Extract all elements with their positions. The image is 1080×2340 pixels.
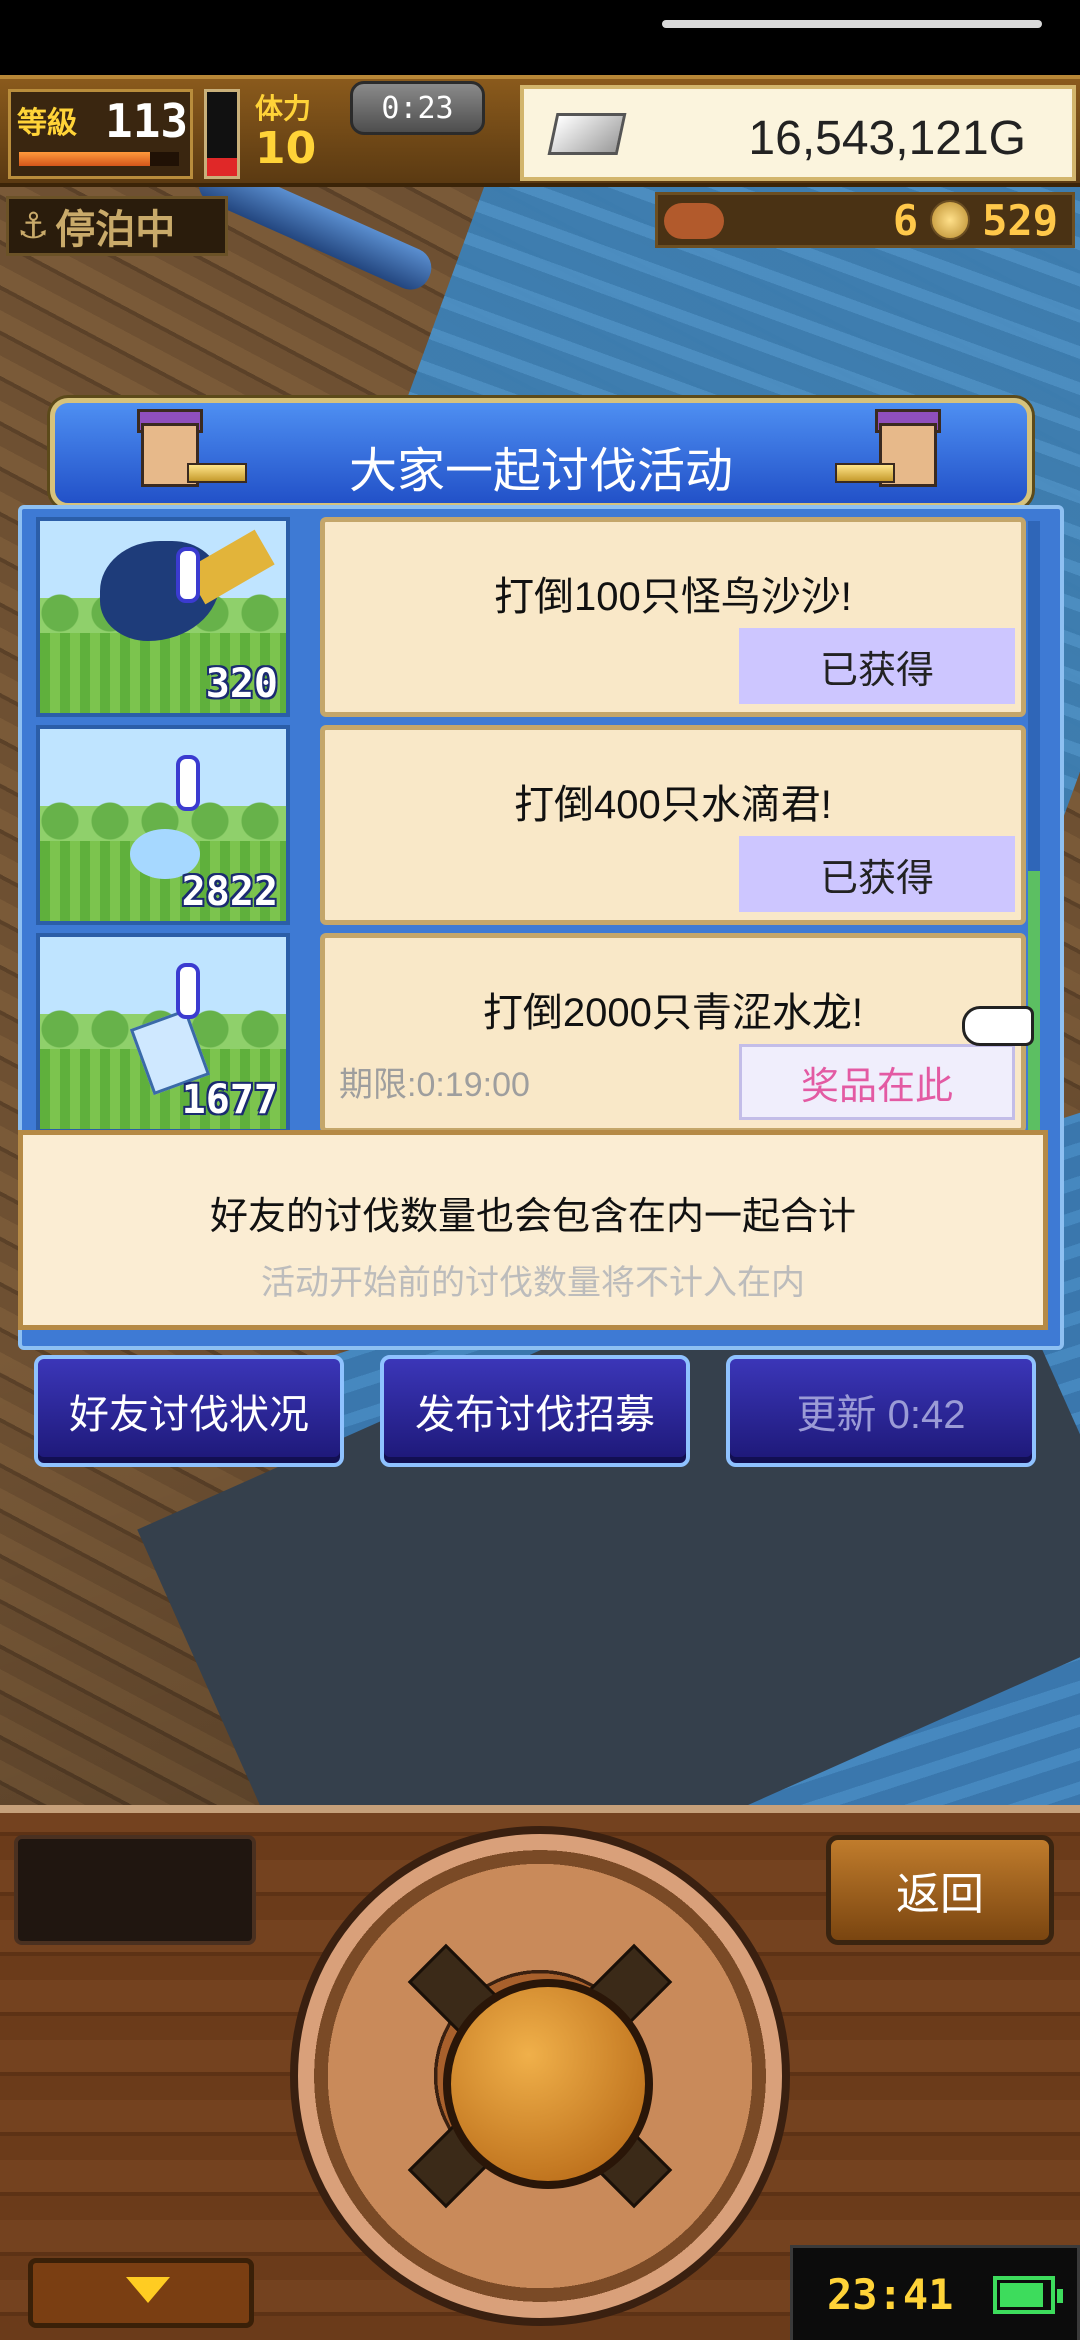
battery-icon xyxy=(993,2276,1063,2314)
pointing-hand-icon xyxy=(962,1006,1034,1046)
level-label: 等級 xyxy=(17,106,77,141)
post-recruit-button[interactable]: 发布讨伐招募 xyxy=(380,1355,690,1467)
battery-level xyxy=(1000,2283,1043,2307)
stamina-value: 10 xyxy=(255,123,317,174)
anchor-icon: ⚓ xyxy=(17,205,50,247)
info-sub-text: 活动开始前的讨伐数量将不计入在内 xyxy=(261,1264,805,1302)
home-indicator xyxy=(662,20,1042,28)
event-info-box: 好友的讨伐数量也会包含在内一起合计 活动开始前的讨伐数量将不计入在内 xyxy=(18,1130,1048,1330)
stamina: 体力 10 xyxy=(255,87,316,171)
battery-nub xyxy=(1057,2289,1063,2303)
collapse-button[interactable] xyxy=(28,2258,254,2328)
exclamation-icon xyxy=(176,963,200,1019)
monster-thumbnail: 320 xyxy=(36,517,290,717)
defeat-count: 2822 xyxy=(181,869,278,915)
level-value: 113 xyxy=(105,94,189,148)
monster-thumbnail: 2822 xyxy=(36,725,290,925)
sword-icon xyxy=(835,463,895,483)
clock-time: 23:41 xyxy=(827,2270,954,2319)
anchor-status-label: 停泊中 xyxy=(55,207,176,253)
exp-bar xyxy=(19,152,179,166)
resource-bar: 6 529 xyxy=(655,192,1075,248)
anchor-status: ⚓ 停泊中 xyxy=(6,196,228,256)
exclamation-icon xyxy=(176,755,200,811)
dial-center-button[interactable] xyxy=(443,1979,653,2189)
arrow-down-icon xyxy=(126,2277,170,2303)
friends-status-button[interactable]: 好友讨伐状况 xyxy=(34,1355,344,1467)
task-goal: 打倒400只水滴君! xyxy=(514,783,832,827)
control-panel: 返回 23:41 xyxy=(0,1805,1080,2340)
event-title-bar: 大家一起讨伐活动 xyxy=(50,398,1032,508)
task-goal: 打倒100只怪鸟沙沙! xyxy=(494,575,852,619)
back-button[interactable]: 返回 xyxy=(826,1835,1054,1945)
gold-display: 16,543,121G xyxy=(520,85,1076,181)
scrollbar-thumb[interactable] xyxy=(1028,871,1040,1131)
stamina-timer: 0:23 xyxy=(350,81,485,135)
info-main-text: 好友的讨伐数量也会包含在内一起合计 xyxy=(209,1196,856,1238)
task-card: 打倒2000只青涩水龙! 期限:0:19:00 奖品在此 xyxy=(320,933,1026,1133)
exclamation-icon xyxy=(176,547,200,603)
event-task-row: 1677 打倒2000只青涩水龙! 期限:0:19:00 奖品在此 xyxy=(36,933,1026,1133)
meat-icon xyxy=(664,203,724,239)
task-card: 打倒100只怪鸟沙沙! 已获得 xyxy=(320,517,1026,717)
task-deadline: 期限:0:19:00 xyxy=(339,1066,530,1104)
silver-ingot-icon xyxy=(547,113,627,155)
reward-obtained-button[interactable]: 已获得 xyxy=(739,836,1015,912)
resource-a-value: 6 xyxy=(892,195,919,245)
gold-amount: 16,543,121G xyxy=(748,112,1026,165)
event-task-row: 2822 打倒400只水滴君! 已获得 xyxy=(36,725,1026,925)
defeat-count: 320 xyxy=(205,661,278,707)
stamina-label: 体力 xyxy=(255,92,312,125)
empty-slot xyxy=(14,1835,256,1945)
exp-bar-fill xyxy=(19,152,151,166)
coin-icon xyxy=(930,200,971,240)
direction-dial[interactable] xyxy=(290,1826,790,2326)
top-hud: 等級 113 体力 10 0:23 16,543,121G xyxy=(0,75,1080,187)
event-task-row: 320 打倒100只怪鸟沙沙! 已获得 xyxy=(36,517,1026,717)
task-card: 打倒400只水滴君! 已获得 xyxy=(320,725,1026,925)
refresh-button[interactable]: 更新 0:42 xyxy=(726,1355,1036,1467)
hp-gauge xyxy=(204,89,240,179)
event-task-list[interactable]: 320 打倒100只怪鸟沙沙! 已获得 2822 打倒400只水滴君! 已获得 xyxy=(36,517,1026,1137)
mascot-right-icon xyxy=(835,409,965,505)
task-goal: 打倒2000只青涩水龙! xyxy=(482,991,864,1035)
monster-thumbnail: 1677 xyxy=(36,933,290,1133)
prize-here-button[interactable]: 奖品在此 xyxy=(739,1044,1015,1120)
level-panel: 等級 113 xyxy=(8,89,193,179)
device-clock: 23:41 xyxy=(790,2245,1080,2340)
resource-b-value: 529 xyxy=(982,195,1058,245)
hp-gauge-fill xyxy=(207,157,237,176)
reward-obtained-button[interactable]: 已获得 xyxy=(739,628,1015,704)
defeat-count: 1677 xyxy=(181,1077,278,1123)
